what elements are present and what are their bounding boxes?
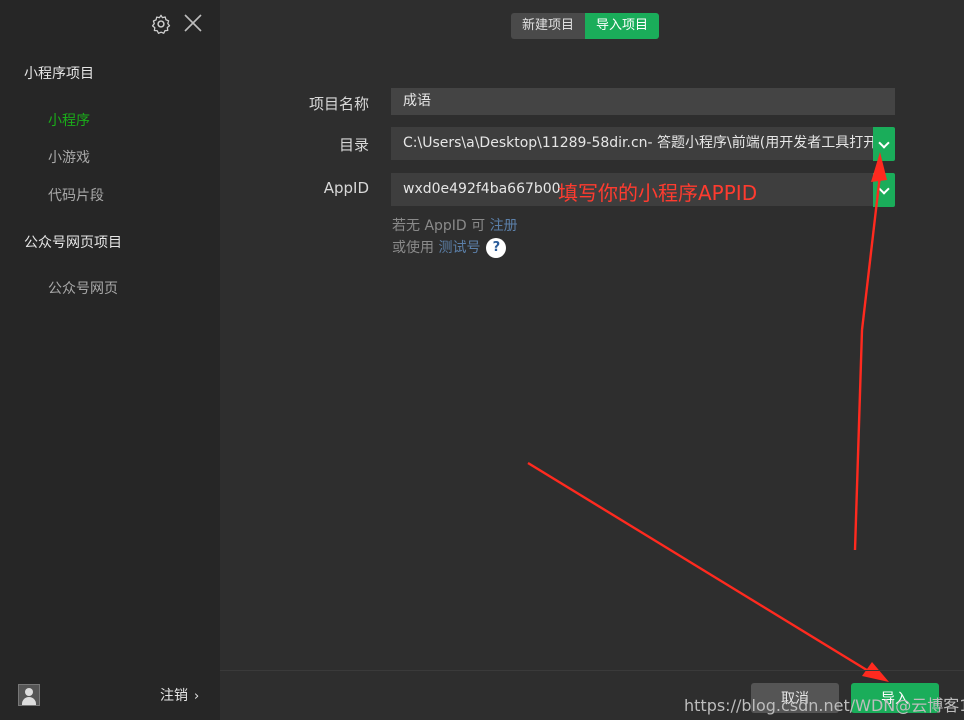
cancel-button[interactable]: 取消 xyxy=(751,683,839,713)
appid-label: AppID xyxy=(323,179,369,197)
project-name-label: 项目名称 xyxy=(308,95,369,113)
arrow-to-import xyxy=(527,461,889,682)
logout-button[interactable]: 注销 › xyxy=(160,685,199,705)
section-title-miniprogram: 小程序项目 xyxy=(24,66,94,82)
directory-dropdown-button[interactable] xyxy=(873,127,895,161)
chevron-right-icon: › xyxy=(194,689,200,704)
close-icon[interactable] xyxy=(182,12,204,34)
section-title-official-account: 公众号网页项目 xyxy=(24,235,122,251)
test-account-hint: 或使用 测试号? xyxy=(392,237,507,258)
chevron-down-icon xyxy=(878,137,890,149)
directory-input[interactable]: C:\Users\a\Desktop\11289-58dir.cn- 答题小程序… xyxy=(391,127,873,160)
avatar[interactable] xyxy=(18,684,40,706)
import-button[interactable]: 导入 xyxy=(851,683,939,713)
test-account-hint-text: 或使用 xyxy=(392,240,439,256)
help-icon[interactable]: ? xyxy=(486,238,507,258)
arrow-to-appid xyxy=(853,152,887,551)
test-account-link[interactable]: 测试号 xyxy=(438,240,480,256)
sidebar-item-minigame[interactable]: 小游戏 xyxy=(48,147,90,167)
mode-toggle: 新建项目 导入项目 xyxy=(511,13,660,39)
directory-label: 目录 xyxy=(338,136,369,154)
register-link[interactable]: 注册 xyxy=(490,218,518,234)
sidebar-item-miniprogram[interactable]: 小程序 xyxy=(48,110,90,130)
sidebar-item-official-web[interactable]: 公众号网页 xyxy=(48,278,118,298)
sidebar-item-code-snippet[interactable]: 代码片段 xyxy=(48,185,104,205)
tab-new-project[interactable]: 新建项目 xyxy=(511,13,586,39)
logout-label: 注销 xyxy=(160,688,188,704)
tab-import-project[interactable]: 导入项目 xyxy=(585,13,660,39)
sidebar: 小程序项目 小程序 小游戏 代码片段 公众号网页项目 公众号网页 注销 › xyxy=(0,0,220,720)
appid-dropdown-button[interactable] xyxy=(873,173,895,207)
chevron-down-icon xyxy=(878,183,890,195)
gear-icon[interactable] xyxy=(150,13,172,35)
register-hint-text: 若无 AppID 可 xyxy=(392,218,490,234)
appid-annotation: 填写你的小程序APPID xyxy=(558,181,758,205)
register-hint: 若无 AppID 可 注册 xyxy=(392,215,518,235)
project-name-input[interactable]: 成语 xyxy=(391,88,895,115)
bottom-divider xyxy=(220,670,964,671)
